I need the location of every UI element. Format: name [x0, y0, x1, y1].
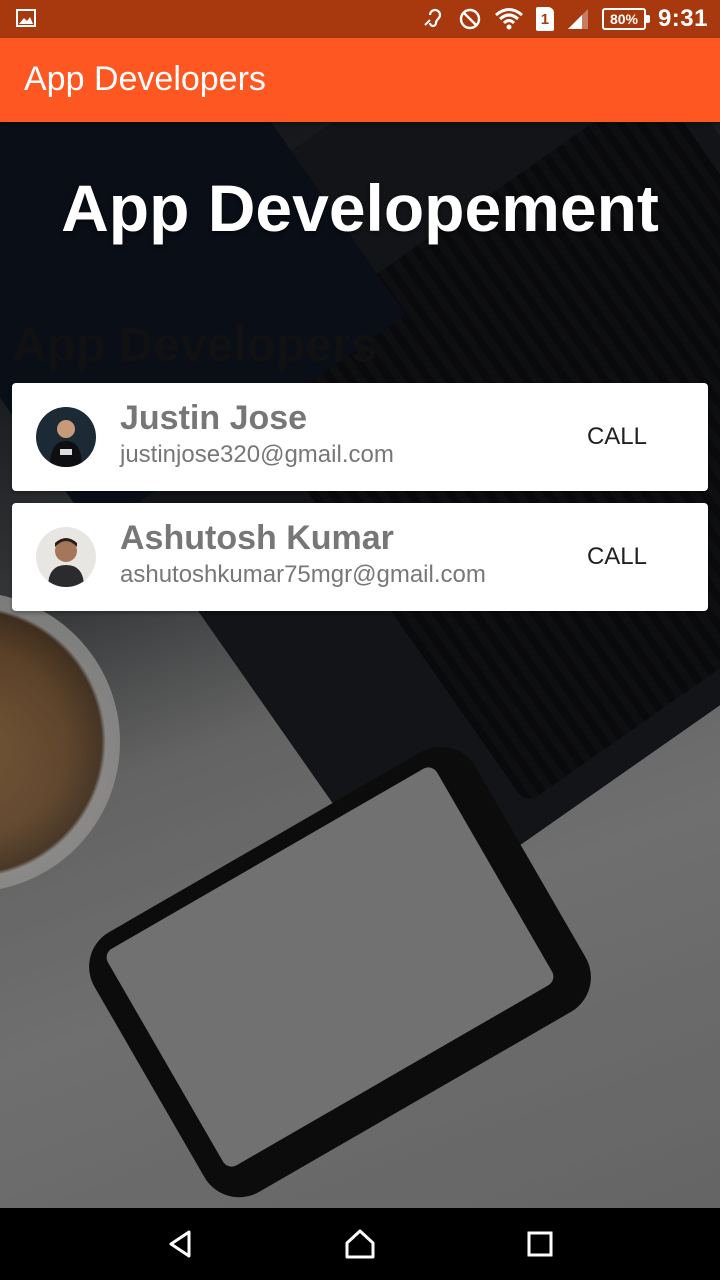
developer-email: justinjose320@gmail.com — [120, 441, 394, 468]
section-heading: App Developers — [12, 319, 378, 372]
avatar — [36, 527, 96, 587]
recents-icon — [527, 1231, 553, 1257]
avatar — [36, 407, 96, 467]
wifi-icon — [494, 8, 523, 30]
page-headline: App Developement — [61, 171, 659, 245]
sim-icon: 1 — [535, 7, 554, 31]
battery-icon: 80% — [601, 8, 650, 30]
developer-email: ashutoshkumar75mgr@gmail.com — [120, 561, 486, 588]
hearing-aid-icon — [424, 8, 442, 28]
app-bar-title: App Developers — [24, 60, 266, 98]
image-icon — [16, 9, 36, 27]
back-icon — [169, 1230, 191, 1258]
developer-name: Ashutosh Kumar — [120, 519, 394, 557]
back-button[interactable] — [162, 1226, 198, 1262]
do-not-disturb-icon — [459, 8, 481, 30]
developer-name: Justin Jose — [120, 399, 308, 437]
app-bar: App Developers — [0, 38, 720, 122]
call-button[interactable]: CALL — [572, 419, 662, 455]
home-icon — [345, 1229, 375, 1259]
recents-button[interactable] — [522, 1226, 558, 1262]
call-button[interactable]: CALL — [572, 539, 662, 575]
signal-icon — [567, 9, 588, 29]
dim-overlay — [0, 122, 720, 1208]
home-button[interactable] — [342, 1226, 378, 1262]
developer-card: Justin Jose justinjose320@gmail.com CALL — [12, 383, 708, 491]
developer-card: Ashutosh Kumar ashutoshkumar75mgr@gmail.… — [12, 503, 708, 611]
system-nav-bar — [0, 1208, 720, 1280]
clock: 9:31 — [657, 5, 708, 32]
background-image: App Developement App Developers — [0, 122, 720, 1208]
status-bar: 1 80% 9:31 — [0, 0, 720, 38]
